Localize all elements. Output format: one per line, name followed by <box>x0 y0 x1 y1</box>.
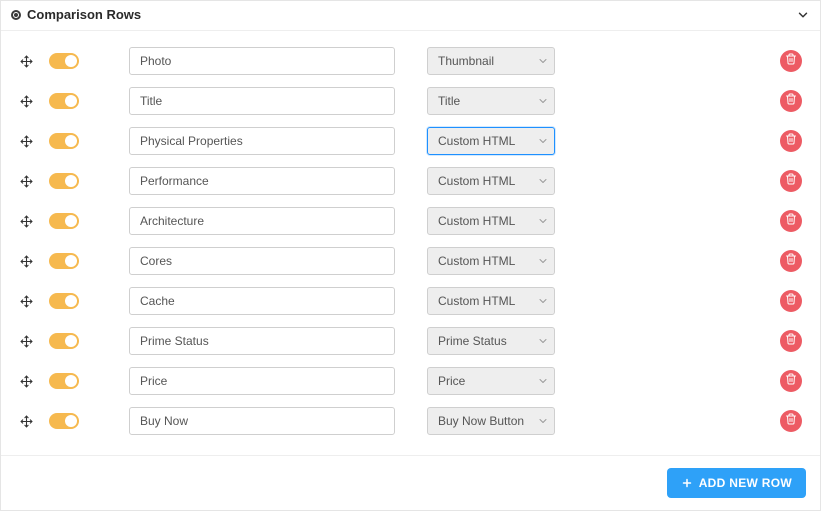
row-label-input[interactable] <box>129 407 395 435</box>
panel-header: Comparison Rows <box>1 1 820 31</box>
row-label-input[interactable] <box>129 287 395 315</box>
row-type-value: Custom HTML <box>438 134 515 148</box>
trash-icon <box>785 252 797 270</box>
delete-row-button[interactable] <box>780 290 802 312</box>
enable-toggle[interactable] <box>49 413 79 429</box>
collapse-toggle[interactable] <box>796 8 810 22</box>
drag-handle-icon[interactable] <box>19 215 33 228</box>
comparison-row: Buy Now Button <box>19 401 802 441</box>
trash-icon <box>785 52 797 70</box>
delete-row-button[interactable] <box>780 250 802 272</box>
trash-icon <box>785 292 797 310</box>
drag-handle-icon[interactable] <box>19 375 33 388</box>
enable-toggle[interactable] <box>49 173 79 189</box>
row-type-select[interactable]: Buy Now Button <box>427 407 555 435</box>
enable-toggle[interactable] <box>49 93 79 109</box>
drag-handle-icon[interactable] <box>19 295 33 308</box>
row-type-select[interactable]: Prime Status <box>427 327 555 355</box>
panel-title-wrap: Comparison Rows <box>11 7 141 22</box>
row-type-value: Title <box>438 94 460 108</box>
comparison-row: Custom HTML <box>19 241 802 281</box>
drag-handle-icon[interactable] <box>19 55 33 68</box>
row-type-value: Custom HTML <box>438 254 515 268</box>
delete-row-button[interactable] <box>780 90 802 112</box>
drag-handle-icon[interactable] <box>19 255 33 268</box>
trash-icon <box>785 212 797 230</box>
row-type-value: Custom HTML <box>438 174 515 188</box>
row-label-input[interactable] <box>129 47 395 75</box>
panel-body: Thumbnail Title Custom HTML Custom HTML Cust… <box>1 31 820 455</box>
enable-toggle[interactable] <box>49 133 79 149</box>
enable-toggle[interactable] <box>49 373 79 389</box>
row-type-select[interactable]: Price <box>427 367 555 395</box>
enable-toggle[interactable] <box>49 213 79 229</box>
comparison-rows-panel: Comparison Rows Thumbnail Title Custom HTM… <box>0 0 821 511</box>
trash-icon <box>785 172 797 190</box>
row-type-select[interactable]: Custom HTML <box>427 247 555 275</box>
enable-toggle[interactable] <box>49 253 79 269</box>
drag-handle-icon[interactable] <box>19 135 33 148</box>
plus-icon <box>681 477 693 489</box>
comparison-row: Thumbnail <box>19 41 802 81</box>
enable-toggle[interactable] <box>49 53 79 69</box>
row-type-select[interactable]: Custom HTML <box>427 167 555 195</box>
row-type-select[interactable]: Custom HTML <box>427 127 555 155</box>
row-label-input[interactable] <box>129 327 395 355</box>
row-type-value: Custom HTML <box>438 214 515 228</box>
row-type-value: Price <box>438 374 465 388</box>
comparison-row: Custom HTML <box>19 161 802 201</box>
row-type-select[interactable]: Thumbnail <box>427 47 555 75</box>
comparison-row: Custom HTML <box>19 201 802 241</box>
trash-icon <box>785 132 797 150</box>
row-type-value: Prime Status <box>438 334 507 348</box>
row-type-select[interactable]: Custom HTML <box>427 287 555 315</box>
trash-icon <box>785 332 797 350</box>
trash-icon <box>785 92 797 110</box>
comparison-row: Title <box>19 81 802 121</box>
drag-handle-icon[interactable] <box>19 335 33 348</box>
panel-footer: ADD NEW ROW <box>1 455 820 510</box>
row-label-input[interactable] <box>129 367 395 395</box>
drag-handle-icon[interactable] <box>19 415 33 428</box>
row-label-input[interactable] <box>129 167 395 195</box>
row-type-value: Buy Now Button <box>438 414 524 428</box>
drag-handle-icon[interactable] <box>19 175 33 188</box>
delete-row-button[interactable] <box>780 410 802 432</box>
row-type-value: Custom HTML <box>438 294 515 308</box>
delete-row-button[interactable] <box>780 370 802 392</box>
delete-row-button[interactable] <box>780 50 802 72</box>
trash-icon <box>785 412 797 430</box>
add-new-row-button[interactable]: ADD NEW ROW <box>667 468 806 498</box>
enable-toggle[interactable] <box>49 293 79 309</box>
row-label-input[interactable] <box>129 207 395 235</box>
delete-row-button[interactable] <box>780 130 802 152</box>
drag-handle-icon[interactable] <box>19 95 33 108</box>
enable-toggle[interactable] <box>49 333 79 349</box>
target-icon <box>11 10 21 20</box>
trash-icon <box>785 372 797 390</box>
delete-row-button[interactable] <box>780 170 802 192</box>
comparison-row: Custom HTML <box>19 281 802 321</box>
delete-row-button[interactable] <box>780 210 802 232</box>
panel-title: Comparison Rows <box>27 7 141 22</box>
row-type-select[interactable]: Custom HTML <box>427 207 555 235</box>
comparison-row: Custom HTML <box>19 121 802 161</box>
delete-row-button[interactable] <box>780 330 802 352</box>
add-new-row-label: ADD NEW ROW <box>699 476 792 490</box>
row-label-input[interactable] <box>129 247 395 275</box>
row-type-value: Thumbnail <box>438 54 494 68</box>
comparison-row: Price <box>19 361 802 401</box>
row-label-input[interactable] <box>129 127 395 155</box>
row-type-select[interactable]: Title <box>427 87 555 115</box>
row-label-input[interactable] <box>129 87 395 115</box>
comparison-row: Prime Status <box>19 321 802 361</box>
